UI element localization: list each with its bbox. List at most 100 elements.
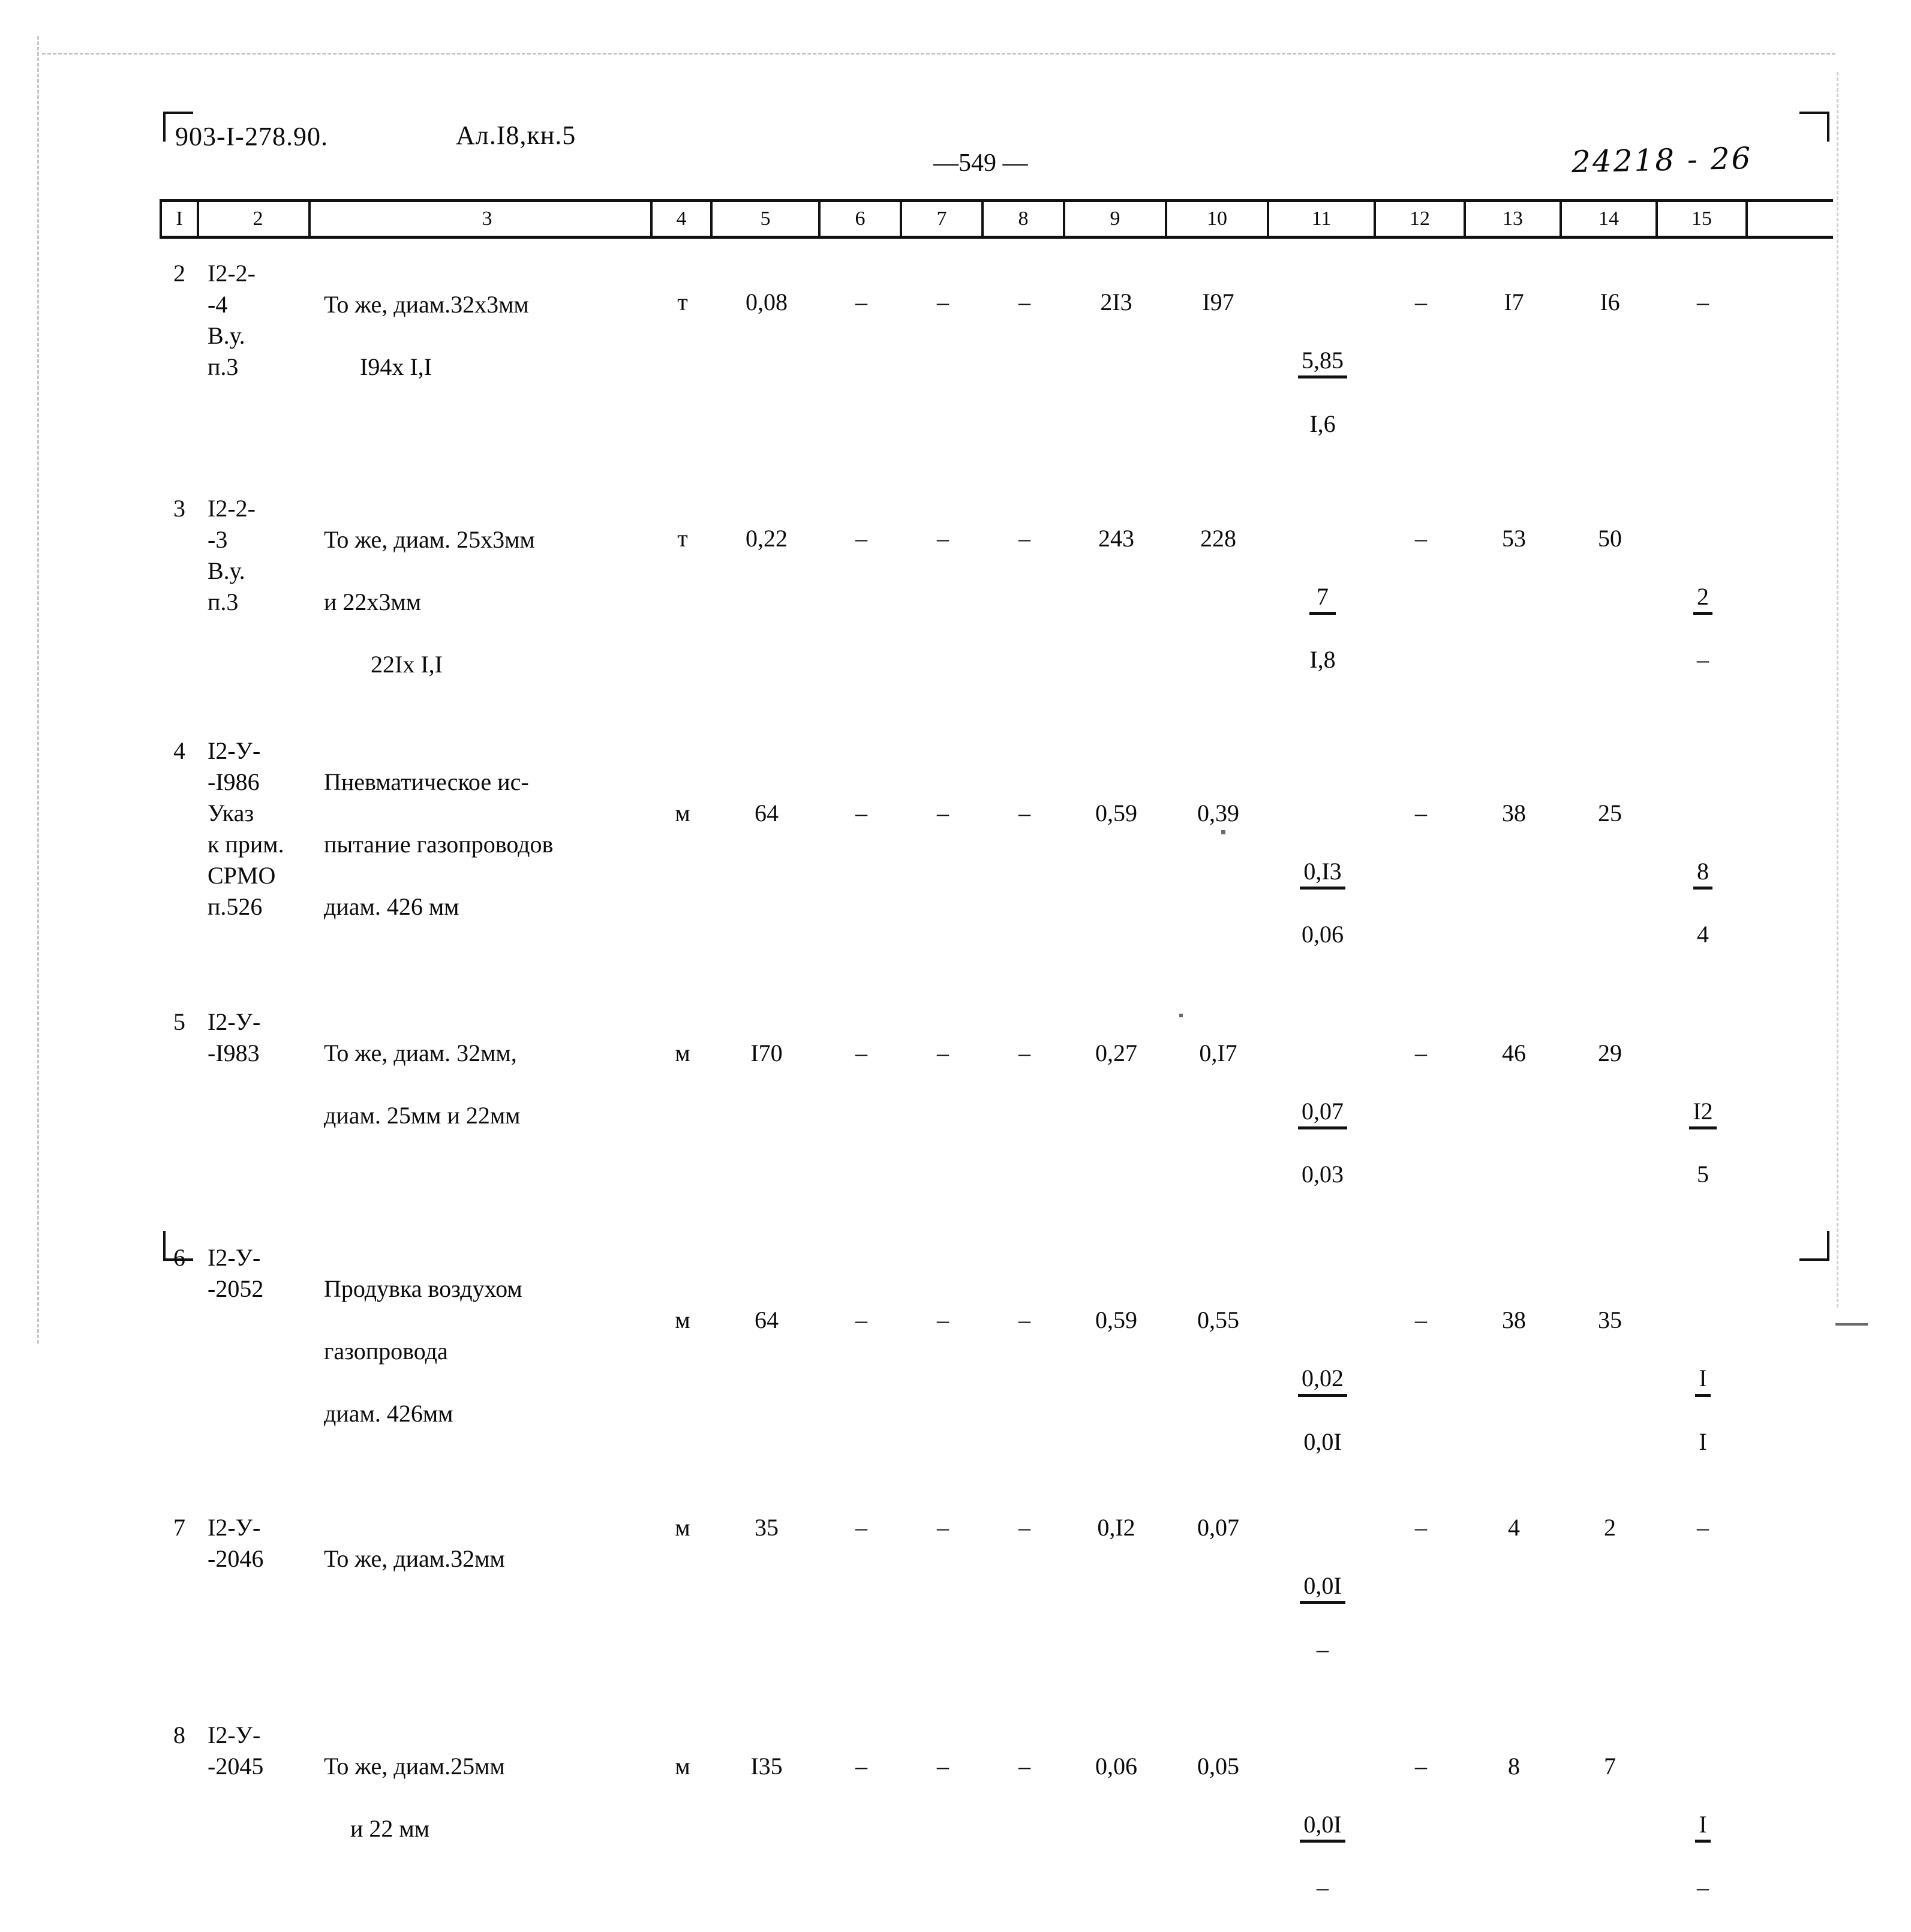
archive-stamp: 24218 - 26 [1571,140,1753,180]
row-description-line-2: и 22х3мм [324,588,422,615]
row-unit: т [677,289,688,316]
row-number: 5 [173,1008,185,1035]
row-description-line-2: и 22 мм [350,1814,430,1842]
album-code: Ал.I8,кн.5 [456,121,576,150]
row-description-line-1: Продувка воздухом [324,1275,522,1303]
row-description-line-1: То же, диам. 25х3мм [324,525,535,553]
row-col14: 29 [1598,1039,1622,1066]
row-col6: – [855,1039,867,1066]
fraction: 0,0I – [1300,1543,1345,1691]
row-col6: – [855,524,867,552]
row-description-line-1: То же, диам.32мм [324,1545,505,1572]
row-col13: 4 [1508,1514,1520,1541]
row-description: То же, диам.25мм и 22 мм [311,1720,653,1876]
row-col7: – [937,524,949,552]
row-col10: 0,I7 [1199,1039,1237,1066]
row-unit: м [675,1039,690,1066]
row-col15: I I [1658,1242,1748,1486]
table-row: 8 I2-У- -2045 То же, диам.25мм и 22 мм м… [160,1720,1833,1932]
fraction: 0,02 0,0I [1298,1336,1347,1484]
column-header-13: 13 [1466,202,1562,236]
row-description-line-3: диам. 426 мм [324,893,459,920]
row-col6: – [855,289,867,316]
row-description: Продувка воздухом газопровода диам. 426м… [311,1242,653,1461]
row-description: То же, диам. 32мм, диам. 25мм и 22мм [311,1006,653,1162]
row-quantity: 64 [755,799,779,827]
row-col10: 0,07 [1197,1514,1239,1541]
row-col15: 2 – [1658,493,1748,704]
page-edge-artifact-left [37,36,39,1344]
page-number: —549 — [933,149,1028,177]
column-header-6: 6 [821,202,902,236]
row-col6: – [855,1752,867,1780]
row-col10: 0,55 [1197,1306,1239,1334]
row-code: I2-У- -2045 [208,1721,264,1780]
row-col11: 0,0I – [1269,1512,1376,1693]
fraction: 5,85 I,6 [1298,318,1347,466]
row-col14: 7 [1604,1752,1616,1780]
row-unit: м [675,1514,690,1541]
fraction: I – [1695,1782,1711,1930]
column-header-5: 5 [713,202,821,236]
row-col6: – [855,799,867,827]
column-header-9: 9 [1065,202,1167,236]
scanned-page: 903-I-278.90. Ал.I8,кн.5 —549 — 24218 - … [0,0,1911,1901]
row-description-line-2: пытание газопроводов [324,830,554,858]
row-col8: – [1018,1306,1030,1334]
row-description: Пневматическое ис- пытание газопроводов … [311,735,653,954]
row-col10: 228 [1200,524,1236,552]
row-col8: – [1018,799,1030,827]
row-code: I2-2- -4 В.у. п.3 [208,260,256,380]
row-unit: м [675,1306,690,1334]
row-col13: 53 [1502,524,1526,552]
row-number: 6 [173,1244,185,1272]
row-col13: 38 [1502,799,1526,827]
row-col9: 243 [1098,524,1134,552]
fraction: I I [1695,1336,1711,1484]
row-description-line-2: I94х I,I [360,353,432,380]
row-col11: 0,0I – [1269,1720,1376,1932]
row-col7: – [937,289,949,316]
table-row: 5 I2-У- -I983 То же, диам. 32мм, диам. 2… [160,1006,1833,1219]
row-col13: 8 [1508,1752,1520,1780]
row-description-line-1: То же, диам.25мм [324,1752,505,1780]
row-col6: – [855,1306,867,1334]
row-code: I2-У- -I983 [208,1008,261,1066]
row-col13: 38 [1502,1306,1526,1334]
row-col15: 8 4 [1658,735,1748,979]
fraction: 0,07 0,03 [1298,1069,1347,1217]
row-col10: I97 [1202,289,1234,316]
row-col13: I7 [1504,289,1524,316]
row-number: 8 [173,1721,185,1748]
column-header-15: 15 [1658,202,1748,236]
page-edge-artifact-top [42,53,1835,55]
row-col14: 2 [1604,1514,1616,1541]
row-col14: 50 [1598,524,1622,552]
row-col14: 35 [1598,1306,1622,1334]
table-row: 4 I2-У- -I986 Указ к прим. СРМО п.526 Пн… [160,735,1833,979]
row-col9: 0,59 [1095,799,1137,827]
row-unit: т [677,524,688,552]
fraction: 8 4 [1693,829,1712,977]
column-header-1: I [160,202,199,236]
row-col10: 0,05 [1197,1752,1239,1780]
estimate-table: 2 I2-2- -4 В.у. п.3 То же, диам.32х3мм I… [160,258,1833,1932]
row-col10: 0,39 [1197,799,1239,827]
row-col9: 0,I2 [1097,1514,1135,1541]
column-header-3: 3 [311,202,653,236]
row-col11: 0,I3 0,06 [1269,735,1376,979]
row-col8: – [1018,1752,1030,1780]
row-number: 4 [173,737,185,764]
row-col11: 0,02 0,0I [1269,1242,1376,1486]
row-description-line-2: газопровода [324,1338,448,1365]
row-description-line-2: диам. 25мм и 22мм [324,1101,521,1129]
row-col12: – [1415,1752,1427,1780]
row-col8: – [1018,289,1030,316]
table-row: 7 I2-У- -2046 То же, диам.32мм м 35 – – … [160,1512,1833,1693]
row-description: То же, диам. 25х3мм и 22х3мм 22Iх I,I [311,493,653,711]
row-col11: 5,85 I,6 [1269,258,1376,468]
row-code: I2-У- -2046 [208,1514,264,1572]
row-quantity: I35 [750,1752,783,1780]
row-col7: – [937,1752,949,1780]
row-description-line-3: 22Iх I,I [371,650,443,678]
